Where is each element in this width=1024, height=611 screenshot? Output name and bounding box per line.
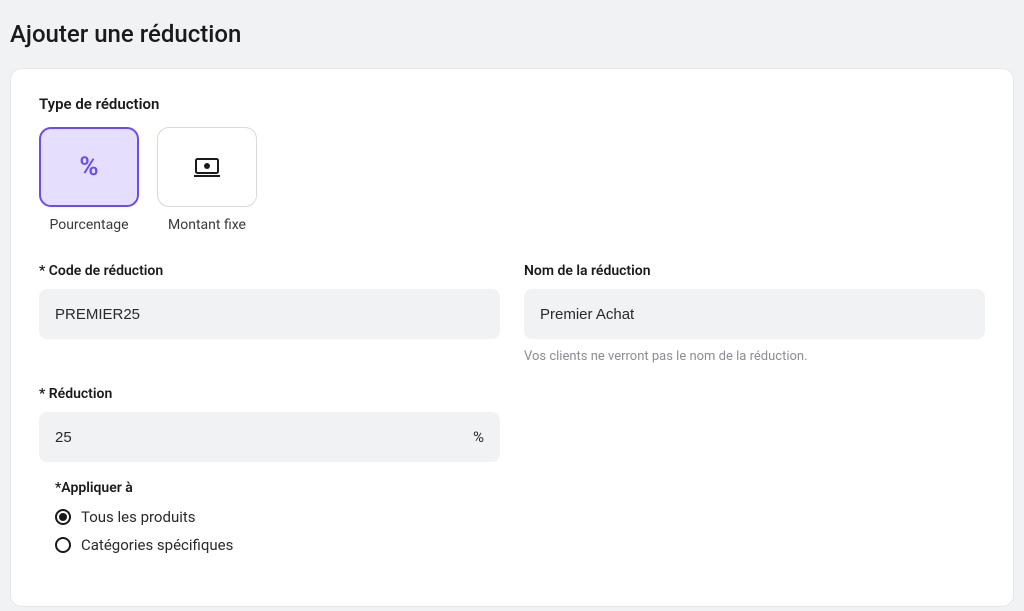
- apply-label: *Appliquer à: [55, 480, 500, 496]
- apply-option-categories-label: Catégories spécifiques: [81, 536, 233, 554]
- form-row-reduction: * Réduction % *Appliquer à Tous les prod…: [39, 386, 985, 554]
- apply-radio-group: Tous les produits Catégories spécifiques: [55, 508, 500, 554]
- radio-icon: [55, 537, 71, 553]
- reduction-input-wrap: %: [39, 412, 500, 462]
- page-title: Ajouter une réduction: [0, 0, 1024, 68]
- form-row-code-name: * Code de réduction Nom de la réduction …: [39, 263, 985, 364]
- apply-option-categories[interactable]: Catégories spécifiques: [55, 536, 500, 554]
- percent-icon: %: [79, 152, 98, 182]
- reduction-input[interactable]: [39, 412, 500, 462]
- spacer-col: [524, 386, 985, 554]
- money-icon: [193, 156, 221, 178]
- reduction-field-group: * Réduction % *Appliquer à Tous les prod…: [39, 386, 500, 554]
- radio-icon: [55, 509, 71, 525]
- type-label-percentage: Pourcentage: [49, 217, 128, 233]
- type-box-percentage[interactable]: %: [39, 127, 139, 207]
- reduction-label: * Réduction: [39, 386, 500, 402]
- name-label: Nom de la réduction: [524, 263, 985, 279]
- type-section-label: Type de réduction: [39, 95, 985, 113]
- type-option-percentage: % Pourcentage: [39, 127, 139, 233]
- apply-option-all-label: Tous les produits: [81, 508, 196, 526]
- type-box-fixed[interactable]: [157, 127, 257, 207]
- name-hint: Vos clients ne verront pas le nom de la …: [524, 349, 985, 364]
- apply-section: *Appliquer à Tous les produits Catégorie…: [39, 480, 500, 554]
- name-field-group: Nom de la réduction Vos clients ne verro…: [524, 263, 985, 364]
- code-label: * Code de réduction: [39, 263, 500, 279]
- discount-form-card: Type de réduction % Pourcentage Montant …: [10, 68, 1014, 607]
- name-input[interactable]: [524, 289, 985, 339]
- discount-type-row: % Pourcentage Montant fixe: [39, 127, 985, 233]
- type-label-fixed: Montant fixe: [168, 217, 246, 233]
- type-option-fixed: Montant fixe: [157, 127, 257, 233]
- code-field-group: * Code de réduction: [39, 263, 500, 364]
- apply-option-all[interactable]: Tous les produits: [55, 508, 500, 526]
- code-input[interactable]: [39, 289, 500, 339]
